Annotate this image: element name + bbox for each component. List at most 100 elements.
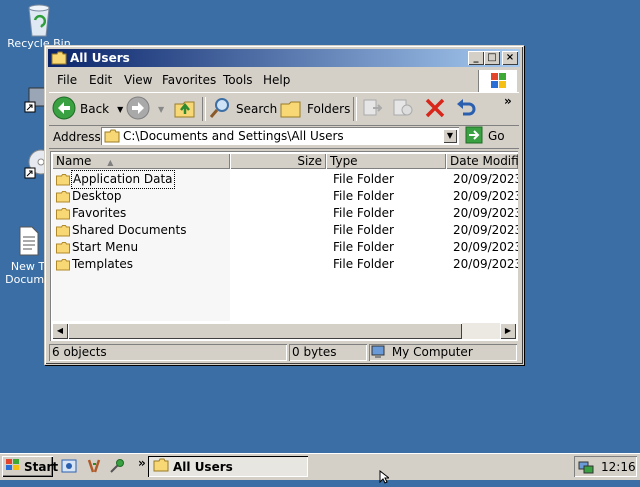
folder-icon bbox=[104, 129, 120, 146]
folders-label: Folders bbox=[307, 102, 351, 116]
file-type: File Folder bbox=[333, 172, 394, 186]
file-date: 20/09/2023 12 bbox=[453, 257, 518, 271]
menu-file[interactable]: File bbox=[57, 73, 77, 87]
menu-tools[interactable]: Tools bbox=[223, 73, 253, 87]
toolbar-overflow-button[interactable]: » bbox=[504, 93, 512, 109]
file-date: 20/09/2023 12 bbox=[453, 189, 518, 203]
maximize-button[interactable]: □ bbox=[484, 51, 500, 65]
toolbar-separator bbox=[353, 97, 357, 121]
copy-to-button[interactable] bbox=[391, 97, 415, 121]
title-bar[interactable]: All Users _ □ × bbox=[48, 49, 520, 67]
delete-icon bbox=[423, 96, 447, 123]
back-button[interactable]: Back ▼ bbox=[52, 96, 123, 123]
taskbar: Start » All Users 12:16 bbox=[0, 453, 640, 480]
go-arrow-icon bbox=[465, 126, 483, 147]
chevron-right-icon: » bbox=[504, 94, 512, 108]
move-to-icon bbox=[361, 96, 385, 123]
column-header-label: Date Modified bbox=[450, 154, 518, 168]
start-button[interactable]: Start bbox=[2, 456, 58, 477]
list-item[interactable]: Application Data File Folder 20/09/2023 … bbox=[52, 170, 518, 189]
address-bar: Address C:\Documents and Settings\All Us… bbox=[49, 126, 519, 149]
folders-button[interactable]: Folders bbox=[279, 97, 350, 121]
folder-icon bbox=[56, 259, 70, 276]
column-header-size[interactable]: Size bbox=[230, 153, 326, 169]
windows-logo-icon bbox=[5, 458, 21, 475]
window-title: All Users bbox=[70, 51, 130, 65]
my-computer-icon bbox=[371, 345, 385, 364]
list-item[interactable]: Shared Documents File Folder 20/09/2023 … bbox=[52, 222, 518, 239]
address-value: C:\Documents and Settings\All Users bbox=[123, 129, 344, 143]
file-name: Favorites bbox=[72, 206, 127, 220]
folders-icon bbox=[279, 96, 303, 123]
chevron-down-icon: ▼ bbox=[446, 131, 454, 140]
file-type: File Folder bbox=[333, 206, 394, 220]
scrollbar-thumb[interactable] bbox=[68, 323, 462, 339]
chevron-down-icon: ▼ bbox=[158, 104, 165, 114]
scroll-right-button[interactable]: ▶ bbox=[500, 323, 516, 339]
menu-help[interactable]: Help bbox=[263, 73, 290, 87]
menu-favorites[interactable]: Favorites bbox=[162, 73, 216, 87]
up-folder-button[interactable] bbox=[173, 97, 197, 121]
search-button[interactable]: Search bbox=[208, 97, 277, 121]
file-date: 20/09/2023 12 bbox=[453, 206, 518, 220]
status-location: My Computer bbox=[369, 344, 517, 361]
horizontal-scrollbar[interactable]: ◀ ▶ bbox=[52, 323, 516, 339]
file-name: Templates bbox=[72, 257, 134, 271]
quick-launch-browser-icon[interactable] bbox=[61, 458, 77, 474]
undo-button[interactable] bbox=[454, 97, 478, 121]
go-button[interactable]: Go bbox=[465, 126, 505, 147]
menu-bar: File Edit View Favorites Tools Help bbox=[49, 70, 519, 92]
menu-edit[interactable]: Edit bbox=[89, 73, 112, 87]
forward-button[interactable]: ▼ bbox=[126, 96, 165, 121]
file-date: 20/09/2023 1 bbox=[453, 240, 518, 254]
status-size: 0 bytes bbox=[289, 344, 367, 361]
file-type: File Folder bbox=[333, 240, 394, 254]
quick-launch-settings-icon[interactable] bbox=[109, 458, 125, 474]
file-date: 20/09/2023 12 bbox=[453, 172, 518, 186]
file-name: Start Menu bbox=[72, 240, 139, 254]
sort-ascending-icon: ▲ bbox=[107, 158, 114, 167]
network-icon[interactable] bbox=[578, 459, 594, 478]
taskbar-button-label: All Users bbox=[173, 459, 233, 474]
list-item[interactable]: Desktop File Folder 20/09/2023 12 bbox=[52, 188, 518, 205]
file-list-view[interactable]: Name ▲ Size Type Date Modified Applicati… bbox=[50, 151, 518, 341]
list-item[interactable]: Templates File Folder 20/09/2023 12 bbox=[52, 256, 518, 273]
list-item[interactable]: Favorites File Folder 20/09/2023 12 bbox=[52, 205, 518, 222]
column-header-date-modified[interactable]: Date Modified bbox=[446, 153, 518, 169]
folder-icon bbox=[153, 458, 169, 475]
status-location-label: My Computer bbox=[391, 345, 473, 359]
list-item[interactable]: Start Menu File Folder 20/09/2023 1 bbox=[52, 239, 518, 256]
go-label: Go bbox=[488, 129, 505, 143]
scroll-left-button[interactable]: ◀ bbox=[52, 323, 68, 339]
search-label: Search bbox=[236, 102, 278, 116]
menu-view[interactable]: View bbox=[124, 73, 152, 87]
minimize-button[interactable]: _ bbox=[468, 51, 484, 65]
minimize-icon: _ bbox=[473, 52, 479, 63]
text-document-icon bbox=[12, 225, 44, 257]
desktop-icon-recycle-bin[interactable]: Recycle Bin bbox=[4, 2, 74, 50]
toolbar-separator bbox=[202, 97, 206, 121]
taskbar-button-all-users[interactable]: All Users bbox=[148, 456, 308, 477]
file-name: Shared Documents bbox=[72, 223, 187, 237]
close-button[interactable]: × bbox=[502, 51, 518, 65]
quick-launch-tools-icon[interactable] bbox=[86, 458, 102, 474]
address-label: Address bbox=[53, 130, 101, 144]
recycle-bin-icon bbox=[23, 2, 55, 37]
back-label: Back bbox=[80, 102, 110, 116]
column-header-label: Type bbox=[330, 154, 358, 168]
quick-launch-overflow-button[interactable]: » bbox=[138, 456, 146, 470]
address-dropdown-button[interactable]: ▼ bbox=[443, 129, 457, 143]
delete-button[interactable] bbox=[423, 97, 447, 121]
file-name: Application Data bbox=[71, 170, 175, 189]
windows-logo-icon bbox=[478, 70, 517, 92]
system-tray: 12:16 bbox=[574, 456, 637, 477]
back-arrow-icon bbox=[52, 96, 76, 123]
move-to-button[interactable] bbox=[361, 97, 385, 121]
undo-icon bbox=[454, 96, 478, 123]
close-icon: × bbox=[505, 52, 515, 63]
column-header-type[interactable]: Type bbox=[326, 153, 446, 169]
clock[interactable]: 12:16 bbox=[601, 460, 636, 474]
chevron-right-icon: ▶ bbox=[504, 326, 512, 335]
address-input[interactable]: C:\Documents and Settings\All Users ▼ bbox=[101, 127, 459, 145]
column-header-name[interactable]: Name ▲ bbox=[52, 153, 230, 169]
